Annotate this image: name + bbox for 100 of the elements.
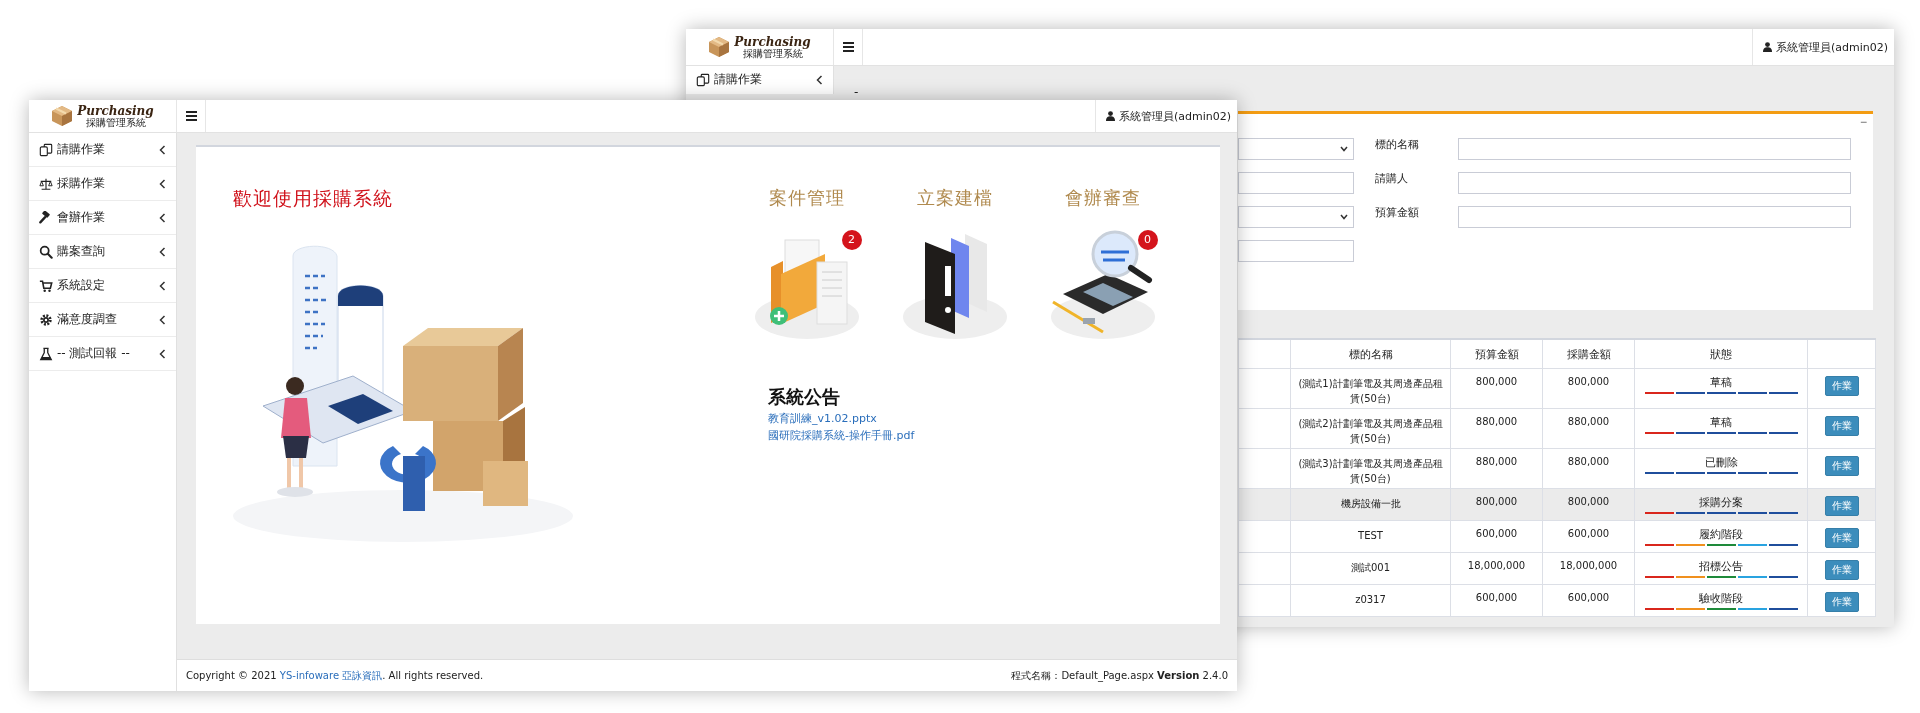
box-logo-icon [708, 36, 731, 58]
menu-button[interactable] [833, 29, 863, 65]
status-text: 招標公告 [1698, 560, 1744, 574]
caret-icon [1340, 214, 1348, 220]
tile-title: 會辦審查 [1064, 186, 1141, 210]
table-row[interactable]: (測試2)計劃筆電及其周邊產品租賃(50台) 880,000 880,000 草稿 作業 [1238, 408, 1876, 449]
menu-icon [842, 42, 854, 52]
user-icon [1762, 42, 1772, 52]
column-header: 狀態 [1634, 339, 1808, 369]
table-cell: 600,000 [1475, 528, 1518, 539]
table-cell: z0317 [1355, 594, 1386, 605]
menu-button[interactable] [176, 100, 206, 132]
sidebar-item[interactable]: 滿意度調查 [29, 303, 176, 337]
table-cell: 機房設備一批 [1340, 498, 1401, 509]
chevron-icon [159, 348, 166, 359]
chevron-icon [159, 212, 166, 223]
chevron-icon [159, 246, 166, 257]
input-field[interactable] [1458, 172, 1851, 194]
search-icon [39, 244, 53, 259]
gavel-icon [39, 210, 53, 225]
app-title: Purchasing [734, 35, 811, 48]
action-button[interactable]: 作業 [1824, 456, 1859, 476]
table-cell: 800,000 [1567, 496, 1610, 507]
table-cell: 800,000 [1475, 376, 1518, 387]
copy-icon [39, 142, 53, 157]
sidebar-item[interactable]: 採購作業 [29, 167, 176, 201]
collapse-button[interactable]: − [1860, 115, 1867, 129]
table-cell: (測試2)計劃筆電及其周邊產品租賃(50台) [1298, 418, 1443, 444]
action-button[interactable]: 作業 [1824, 496, 1859, 516]
chevron-icon [816, 74, 823, 85]
field-label: 請購人 [1375, 172, 1409, 186]
action-button[interactable]: 作業 [1824, 560, 1859, 580]
column-header: 標的名稱 [1290, 339, 1451, 369]
table-row[interactable]: TEST 600,000 600,000 履約階段 作業 [1238, 520, 1876, 553]
table-cell: 880,000 [1567, 416, 1610, 427]
field-label: 預算金額 [1375, 206, 1420, 220]
sidebar-item[interactable]: 系統設定 [29, 269, 176, 303]
app-subtitle: 採購管理系統 [85, 117, 146, 128]
column-header: 預算金額 [1450, 339, 1543, 369]
table-cell: 800,000 [1475, 496, 1518, 507]
table-cell: 600,000 [1567, 528, 1610, 539]
table-cell: 測試001 [1350, 562, 1391, 573]
table-row[interactable]: z0317 600,000 600,000 驗收階段 作業 [1238, 584, 1876, 617]
column-header: 採購金額 [1542, 339, 1635, 369]
table-cell: (測試3)計劃筆電及其周邊產品租賃(50台) [1298, 458, 1443, 484]
sidebar-item[interactable]: 會辦作業 [29, 201, 176, 235]
welcome-title: 歡迎使用採購系統 [233, 186, 393, 210]
table-cell: 880,000 [1567, 456, 1610, 467]
menu-icon [185, 111, 197, 121]
app-title: Purchasing [77, 104, 154, 117]
gear-icon [39, 312, 53, 327]
chevron-icon [159, 178, 166, 189]
status-text: 履約階段 [1698, 528, 1744, 542]
section-title: 系統公告 [768, 385, 840, 409]
table-cell: 800,000 [1567, 376, 1610, 387]
table-cell: 600,000 [1567, 592, 1610, 603]
table-row[interactable]: (測試3)計劃筆電及其周邊產品租賃(50台) 880,000 880,000 已刪除 作業 [1238, 448, 1876, 489]
status-text: 草稿 [1709, 416, 1733, 430]
caret-icon [1340, 146, 1348, 152]
action-button[interactable]: 作業 [1824, 528, 1859, 548]
file-link[interactable]: 國研院採購系統-操作手冊.pdf [768, 429, 915, 442]
sidebar-item[interactable]: 請購作業 [29, 133, 176, 167]
status-text: 驗收階段 [1698, 592, 1744, 606]
table-cell: 600,000 [1475, 592, 1518, 603]
action-button[interactable]: 作業 [1824, 376, 1859, 396]
count-badge: 0 [1137, 230, 1158, 250]
cart-icon [39, 278, 53, 293]
field-label: 標的名稱 [1375, 138, 1420, 152]
status-text: 草稿 [1709, 376, 1733, 390]
input-field[interactable] [1238, 172, 1354, 194]
copy-icon [696, 72, 710, 87]
table-cell: 18,000,000 [1467, 560, 1526, 571]
chevron-icon [159, 144, 166, 155]
table-cell: 880,000 [1475, 416, 1518, 427]
input-field[interactable] [1238, 240, 1354, 262]
table-row[interactable]: (測試1)計劃筆電及其周邊產品租賃(50台) 800,000 800,000 草稿 作業 [1238, 368, 1876, 409]
input-field[interactable] [1458, 206, 1851, 228]
file-link[interactable]: 教育訓練_v1.02.pptx [768, 412, 877, 425]
tile-title: 案件管理 [768, 186, 845, 210]
page-title: - [854, 84, 859, 100]
count-badge: 2 [841, 230, 862, 250]
chevron-icon [159, 314, 166, 325]
sidebar-item[interactable]: 請購作業 [686, 66, 833, 93]
user-icon [1105, 111, 1115, 121]
table-cell: 18,000,000 [1559, 560, 1618, 571]
app-subtitle: 採購管理系統 [742, 48, 803, 59]
input-field[interactable] [1458, 138, 1851, 160]
program-info: 程式名稱：Default_Page.aspx Version 2.4.0 [1011, 668, 1228, 683]
select-field[interactable] [1238, 138, 1354, 160]
table-cell: (測試1)計劃筆電及其周邊產品租賃(50台) [1298, 378, 1443, 404]
action-button[interactable]: 作業 [1824, 416, 1859, 436]
table-row[interactable]: 測試001 18,000,000 18,000,000 招標公告 作業 [1238, 552, 1876, 585]
chevron-icon [159, 280, 166, 291]
sidebar-item[interactable]: 購案查詢 [29, 235, 176, 269]
copyright-text: Copyright © 2021 YS-infoware 亞詠資訊. All rights reserved. [186, 668, 484, 683]
table-row[interactable]: 機房設備一批 800,000 800,000 採購分案 作業 [1238, 488, 1876, 521]
select-field[interactable] [1238, 206, 1354, 228]
scale-icon [39, 176, 53, 191]
action-button[interactable]: 作業 [1824, 592, 1859, 612]
sidebar-item[interactable]: -- 測試回報 -- [29, 337, 176, 371]
